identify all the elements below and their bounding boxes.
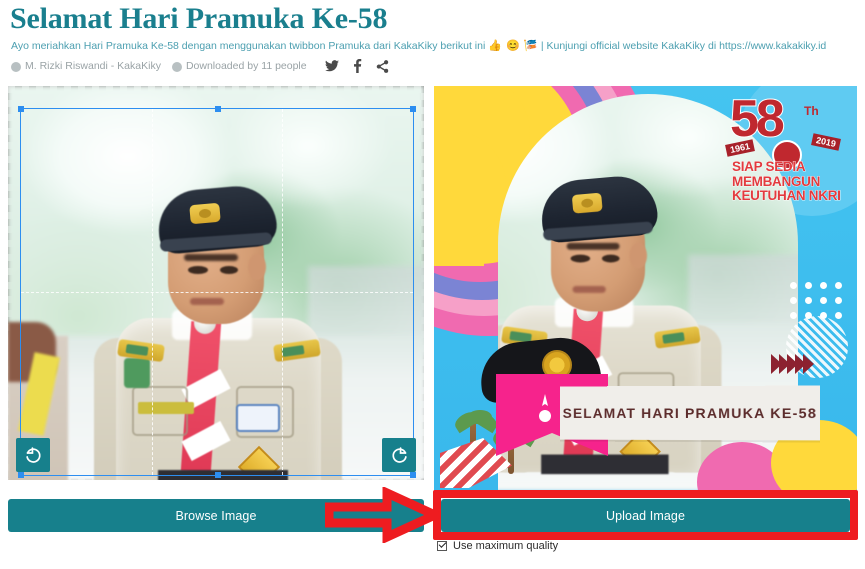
user-icon [11,62,21,72]
page-header: Selamat Hari Pramuka Ke-58 Ayo meriahkan… [0,0,865,73]
download-icon [171,62,182,72]
rotate-right-button[interactable] [382,438,416,472]
crop-editor-panel[interactable] [8,86,424,480]
chevron-row [771,354,814,374]
page-root: Selamat Hari Pramuka Ke-58 Ayo meriahkan… [0,0,865,569]
max-quality-checkbox-row[interactable]: Use maximum quality [437,540,558,552]
banner-text: SELAMAT HARI PRAMUKA KE-58 [562,404,818,422]
max-quality-label: Use maximum quality [453,540,559,552]
logo-number: 58 [729,90,786,148]
anniversary-logo: 58 Th 1961 2019 SIAP SEDIA MEMBANGUN KEU… [725,90,846,208]
download-count: Downloaded by 11 people [185,60,307,72]
byline: M. Rizki Riswandi - KakaKiky Downloaded … [11,59,865,73]
social-links [324,59,389,73]
subtitle-text-pre: Ayo meriahkan Hari Pramuka Ke-58 dengan … [11,40,489,52]
logo-slogan: SIAP SEDIA MEMBANGUN KEUTUHAN NKRI [732,159,842,203]
logo-th-label: Th [804,104,819,118]
page-title: Selamat Hari Pramuka Ke-58 [10,2,388,35]
subtitle-emoji: 👍 😊 🎏 [488,40,538,52]
scout-symbol-icon [539,394,551,422]
red-arrow-annotation [324,485,446,545]
author-name: M. Rizki Riswandi - KakaKiky [25,60,161,72]
facebook-icon[interactable] [353,59,362,73]
twibbon-preview-panel: SELAMAT HARI PRAMUKA KE-58 58 Th 1961 20… [434,86,857,492]
banner-plate: SELAMAT HARI PRAMUKA KE-58 [560,385,820,441]
share-icon[interactable] [376,59,389,73]
dot-grid-right [790,282,842,319]
upload-image-button[interactable]: Upload Image [441,499,850,532]
rotate-left-button[interactable] [16,438,50,472]
page-subtitle: Ayo meriahkan Hari Pramuka Ke-58 dengan … [11,40,865,53]
twitter-icon[interactable] [324,60,339,72]
twibbon-image: SELAMAT HARI PRAMUKA KE-58 58 Th 1961 20… [434,86,857,492]
source-photo[interactable] [8,86,424,480]
max-quality-checkbox[interactable] [437,541,447,551]
subtitle-text-post: | Kunjungi official website KakaKiky di … [537,40,827,52]
source-photo-image [8,86,424,480]
